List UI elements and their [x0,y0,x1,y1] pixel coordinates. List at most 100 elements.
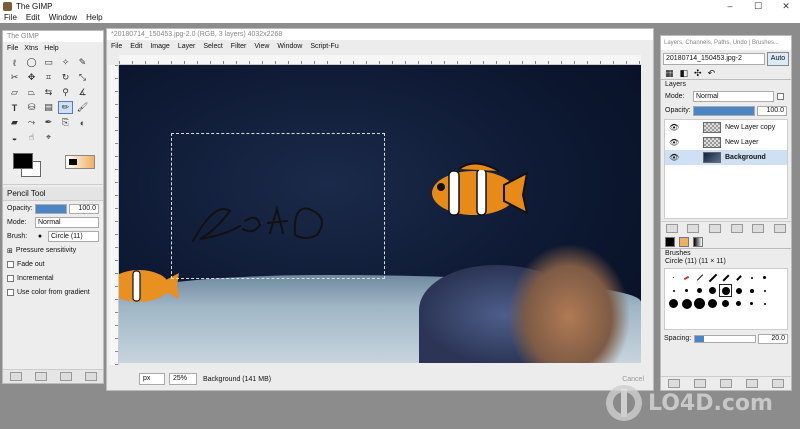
fade-row[interactable]: Fade out [3,258,103,271]
menu-window[interactable]: Window [49,13,77,22]
airbrush-icon[interactable]: ⤳ [24,116,39,129]
cancel-button[interactable]: Cancel [622,376,644,383]
brush-item[interactable] [706,297,719,310]
image-menu-script-fu[interactable]: Script-Fu [310,43,338,50]
reset-options-icon[interactable] [84,372,97,381]
image-menu-view[interactable]: View [254,43,269,50]
paintbrush-icon[interactable]: 🖌 [75,101,90,114]
clone-icon[interactable]: ⎘ [58,116,73,129]
save-options-icon[interactable] [9,372,22,381]
image-menu-file[interactable]: File [111,43,122,50]
brush-item[interactable] [758,271,771,284]
delete-options-icon[interactable] [59,372,72,381]
rectangle-selection[interactable] [171,133,385,279]
spacing-slider[interactable] [694,334,756,343]
brush-item[interactable] [719,271,732,284]
brush-item[interactable] [758,297,771,310]
image-menu-select[interactable]: Select [203,43,222,50]
move-icon[interactable]: ✥ [24,71,39,84]
convolve-icon[interactable]: ◐ [75,116,90,129]
ellipse-select-icon[interactable]: ◯ [24,56,39,69]
smudge-icon[interactable]: ☝ [24,131,39,144]
pressure-row[interactable]: ⊞ Pressure sensitivity [3,244,103,257]
dodge-icon[interactable]: ◒ [7,131,22,144]
refresh-brush-icon[interactable] [772,379,784,388]
horizontal-ruler[interactable] [119,55,641,65]
brush-item[interactable] [745,297,758,310]
layer-row[interactable]: 👁 Background [665,150,787,165]
new-layer-icon[interactable] [665,224,678,233]
blend-icon[interactable]: ▤ [41,101,56,114]
eye-icon[interactable]: 👁 [669,153,679,162]
text-icon[interactable]: T [7,101,22,114]
eraser-icon[interactable]: ▰ [7,116,22,129]
spacing-value[interactable]: 20.0 [758,333,788,344]
brush-item[interactable] [693,297,706,310]
brush-select[interactable]: Circle (11) [48,231,99,242]
brush-item[interactable] [732,297,745,310]
scale-icon[interactable]: ⤡ [75,71,90,84]
tab-channels-icon[interactable]: ◧ [680,68,689,79]
opacity-slider[interactable] [35,203,67,214]
brush-item[interactable] [680,284,693,297]
crop-icon[interactable]: ⌗ [41,71,56,84]
toolbox-menu-xtns[interactable]: Xtns [24,45,38,52]
brush-item[interactable] [732,271,745,284]
menu-file[interactable]: File [4,13,17,22]
flip-icon[interactable]: ⇆ [41,86,56,99]
gradient-checkbox[interactable] [7,289,14,296]
opacity-value[interactable]: 100.0 [69,203,99,214]
brush-item[interactable] [667,284,680,297]
scissors-icon[interactable]: ✂ [7,71,22,84]
tab-layers-icon[interactable]: ▦ [665,68,674,79]
menu-edit[interactable]: Edit [26,13,40,22]
brush-item[interactable] [745,284,758,297]
eye-icon[interactable]: 👁 [669,123,679,132]
close-button[interactable]: ✕ [772,1,800,12]
lower-layer-icon[interactable] [709,224,722,233]
maximize-button[interactable]: ☐ [744,1,772,12]
brush-item[interactable] [680,271,693,284]
brush-item[interactable] [693,271,706,284]
brush-tab-icon[interactable] [665,236,675,247]
image-menu-image[interactable]: Image [150,43,169,50]
anchor-layer-icon[interactable] [752,224,765,233]
gradient-tab-icon[interactable] [693,236,703,247]
menu-help[interactable]: Help [86,13,102,22]
restore-options-icon[interactable] [34,372,47,381]
delete-layer-icon[interactable] [774,224,787,233]
image-menu-layer[interactable]: Layer [178,43,196,50]
layer-mode-select[interactable]: Normal [693,91,774,102]
eye-icon[interactable]: 👁 [669,138,679,147]
perspective-icon[interactable]: ⏢ [24,86,39,99]
unit-select[interactable]: px [139,373,165,385]
foreground-color-swatch[interactable] [13,153,33,169]
mode-select[interactable]: Normal [35,217,99,228]
brush-item[interactable] [732,284,745,297]
zoom-select[interactable]: 25% [169,373,197,385]
brush-item[interactable] [667,297,680,310]
expander-icon[interactable]: ⊞ [7,247,13,255]
brush-item[interactable] [758,284,771,297]
image-canvas[interactable] [119,65,641,363]
incremental-checkbox[interactable] [7,275,14,282]
auto-button[interactable]: Auto [767,51,789,66]
raise-layer-icon[interactable] [687,224,700,233]
gradient-row[interactable]: Use color from gradient [3,286,103,299]
image-menu-window[interactable]: Window [277,43,302,50]
layer-opacity-value[interactable]: 100.0 [757,105,787,116]
brush-item[interactable] [706,284,719,297]
layer-opacity-slider[interactable] [693,105,755,116]
bucket-fill-icon[interactable]: ⛁ [24,101,39,114]
ink-icon[interactable]: ✒ [41,116,56,129]
brush-dot-icon[interactable]: ● [35,232,45,242]
pattern-tab-icon[interactable] [679,236,689,247]
minimize-button[interactable]: – [716,1,744,12]
brush-preview[interactable] [69,159,77,165]
magic-wand-icon[interactable]: ✧ [58,56,73,69]
brush-item[interactable] [719,297,732,310]
color-picker-icon[interactable]: ⌖ [41,131,56,144]
brush-item[interactable] [667,271,680,284]
image-menu-edit[interactable]: Edit [130,43,142,50]
image-select[interactable]: 20180714_150453.jpg-2 [663,52,765,65]
